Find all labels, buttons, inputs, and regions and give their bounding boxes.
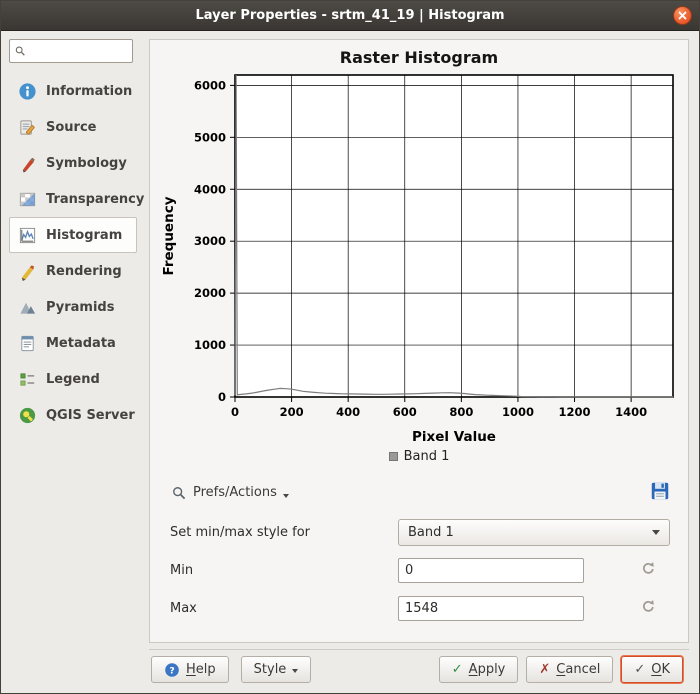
rendering-icon	[16, 261, 38, 281]
dialog-button-box: ? Help Style ✓ Apply ✗ Cancel	[149, 649, 689, 693]
legend-label: Band 1	[404, 449, 450, 464]
transparency-icon	[16, 189, 38, 209]
save-icon	[649, 480, 671, 502]
max-label: Max	[170, 601, 398, 616]
legend-swatch	[389, 452, 398, 461]
refresh-icon	[640, 560, 657, 577]
search-input[interactable]	[26, 43, 128, 59]
svg-text:5000: 5000	[194, 130, 226, 144]
close-icon	[677, 10, 688, 21]
chart-legend: Band 1	[154, 449, 684, 464]
cancel-button[interactable]: ✗ Cancel	[526, 656, 613, 683]
svg-text:4000: 4000	[194, 182, 226, 196]
svg-text:1000: 1000	[194, 338, 226, 352]
histogram-page: Raster Histogram 0 200 400 600 800 1000 1200 14…	[149, 39, 689, 643]
window-title: Layer Properties - srtm_41_19 | Histogra…	[195, 8, 504, 23]
chart-title: Raster Histogram	[154, 48, 684, 67]
refresh-min-button[interactable]	[637, 557, 660, 583]
set-minmax-label: Set min/max style for	[170, 525, 398, 540]
histogram-icon	[16, 225, 38, 245]
source-icon	[16, 117, 38, 137]
ok-button[interactable]: ✓ OK	[621, 656, 683, 683]
svg-text:600: 600	[393, 405, 417, 419]
check-icon: ✓	[634, 662, 645, 677]
pyramids-icon	[16, 297, 38, 317]
svg-text:2000: 2000	[194, 286, 226, 300]
max-input[interactable]	[398, 596, 584, 621]
svg-text:400: 400	[336, 405, 360, 419]
search-box	[9, 39, 133, 63]
svg-text:Pixel Value: Pixel Value	[412, 429, 496, 445]
close-button[interactable]	[673, 6, 692, 25]
sidebar-item-pyramids[interactable]: Pyramids	[9, 289, 137, 325]
svg-text:3000: 3000	[194, 234, 226, 248]
main-panel: Raster Histogram 0 200 400 600 800 1000 1200 14…	[141, 31, 699, 693]
min-label: Min	[170, 563, 398, 578]
sidebar-item-legend[interactable]: Legend	[9, 361, 137, 397]
svg-text:1400: 1400	[615, 405, 647, 419]
chevron-down-icon	[283, 494, 289, 498]
apply-button[interactable]: ✓ Apply	[439, 656, 519, 683]
svg-text:6000: 6000	[194, 78, 226, 92]
histogram-chart[interactable]: 0 200 400 600 800 1000 1200 1400 0 1000 2000 3000 40…	[157, 67, 681, 449]
save-histogram-button[interactable]	[646, 477, 674, 508]
sidebar: Information Source Symbology	[1, 31, 141, 693]
layer-properties-dialog: Layer Properties - srtm_41_19 | Histogra…	[0, 0, 700, 694]
svg-text:800: 800	[449, 405, 473, 419]
chevron-down-icon	[292, 669, 298, 673]
metadata-icon	[16, 333, 38, 353]
cross-icon: ✗	[539, 662, 550, 677]
svg-text:1000: 1000	[502, 405, 534, 419]
sidebar-item-qgis-server[interactable]: QGIS Server	[9, 397, 137, 433]
information-icon	[16, 81, 38, 101]
sidebar-item-source[interactable]: Source	[9, 109, 137, 145]
refresh-icon	[640, 598, 657, 615]
svg-text:0: 0	[231, 405, 239, 419]
magnifier-icon	[171, 485, 187, 501]
legend-icon	[16, 369, 38, 389]
svg-text:0: 0	[218, 390, 226, 404]
symbology-icon	[16, 153, 38, 173]
sidebar-nav: Information Source Symbology	[9, 73, 137, 433]
band-select[interactable]: Band 1	[398, 519, 670, 546]
style-button[interactable]: Style	[241, 656, 312, 683]
qgis-server-icon	[16, 405, 38, 425]
sidebar-item-information[interactable]: Information	[9, 73, 137, 109]
svg-text:200: 200	[280, 405, 304, 419]
check-icon: ✓	[452, 662, 463, 677]
refresh-max-button[interactable]	[637, 595, 660, 621]
search-icon	[14, 44, 26, 58]
sidebar-item-transparency[interactable]: Transparency	[9, 181, 137, 217]
help-button[interactable]: ? Help	[151, 656, 229, 683]
min-input[interactable]	[398, 558, 584, 583]
sidebar-item-metadata[interactable]: Metadata	[9, 325, 137, 361]
svg-text:1200: 1200	[559, 405, 591, 419]
titlebar[interactable]: Layer Properties - srtm_41_19 | Histogra…	[1, 1, 699, 31]
prefs-actions-button[interactable]: Prefs/Actions	[162, 481, 298, 505]
svg-text:Frequency: Frequency	[161, 196, 177, 275]
svg-text:?: ?	[169, 665, 174, 676]
chevron-down-icon	[652, 530, 660, 535]
sidebar-item-histogram[interactable]: Histogram	[9, 217, 137, 253]
sidebar-item-rendering[interactable]: Rendering	[9, 253, 137, 289]
sidebar-item-symbology[interactable]: Symbology	[9, 145, 137, 181]
help-icon: ?	[164, 662, 180, 678]
